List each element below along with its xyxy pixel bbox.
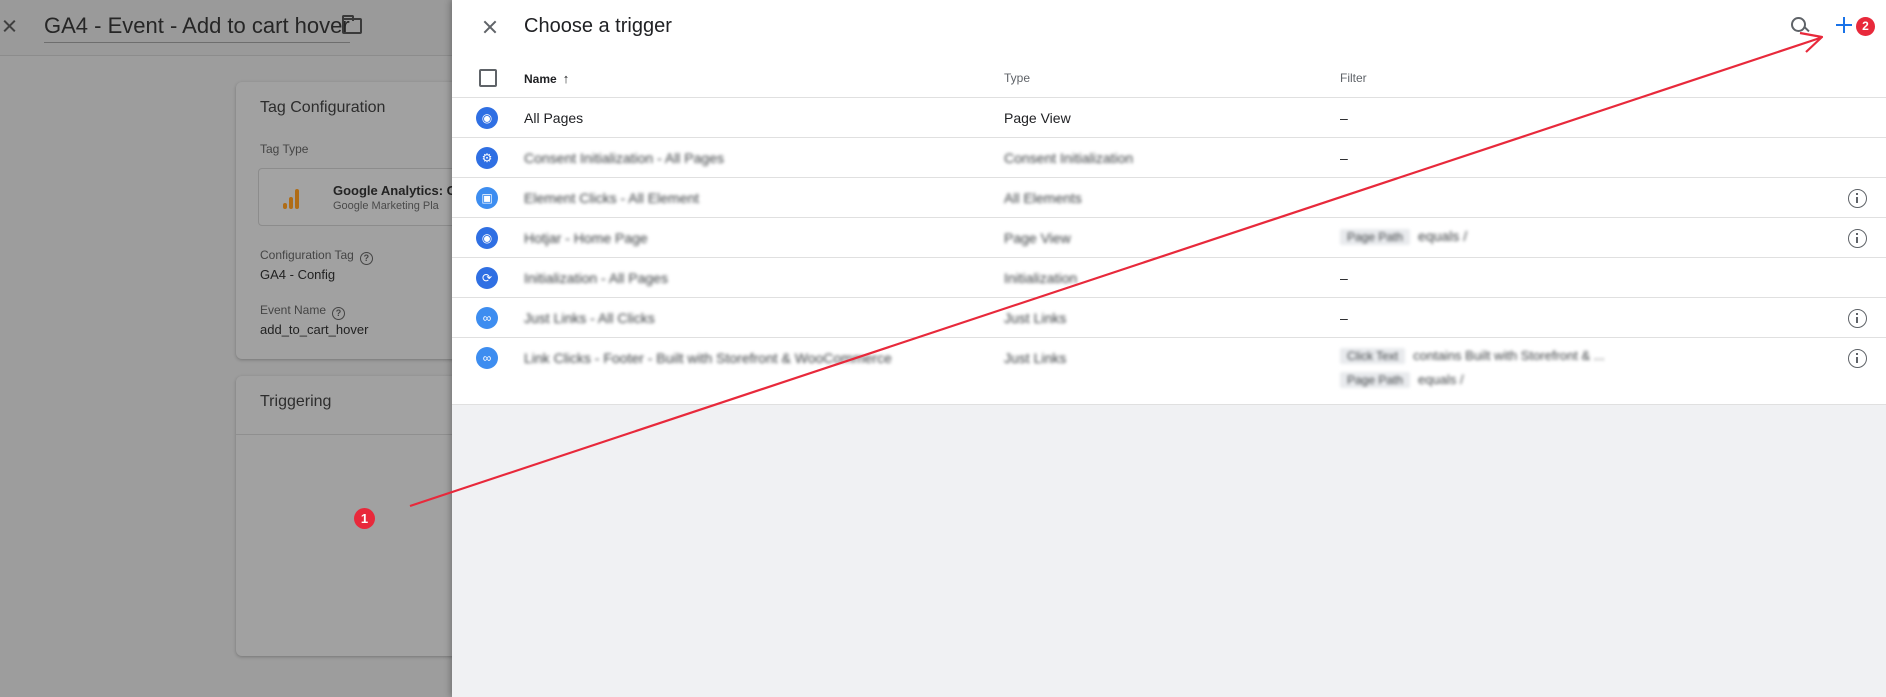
config-tag-label: Configuration Tag? <box>260 248 373 265</box>
trigger-name: Just Links - All Clicks <box>524 310 655 326</box>
config-tag-label-text: Configuration Tag <box>260 248 354 262</box>
search-icon[interactable] <box>1790 16 1810 36</box>
table-row[interactable]: ◉ Hotjar - Home Page Page View Page Path… <box>452 218 1886 258</box>
trigger-filter: – <box>1340 310 1348 326</box>
choose-trigger-panel: Choose a trigger Name ↑ Type Filter ◉ All… <box>452 0 1886 697</box>
info-icon[interactable] <box>1848 189 1867 208</box>
trigger-filter: – <box>1340 110 1348 126</box>
table-row[interactable]: ⚙ Consent Initialization - All Pages Con… <box>452 138 1886 178</box>
trigger-name: Consent Initialization - All Pages <box>524 150 724 166</box>
add-trigger-icon[interactable] <box>1834 15 1854 35</box>
trigger-type: Just Links <box>1004 310 1067 326</box>
trigger-type: Page View <box>1004 230 1071 246</box>
column-header-name[interactable]: Name ↑ <box>524 71 569 86</box>
link-icon: ∞ <box>476 347 498 369</box>
trigger-filter: Click Text contains Built with Storefront… <box>1340 348 1605 396</box>
filter-condition: equals / <box>1418 228 1468 244</box>
tag-type-label: Tag Type <box>260 142 309 156</box>
table-row[interactable]: ▣ Element Clicks - All Element All Eleme… <box>452 178 1886 218</box>
filter-chip: Page Path <box>1340 372 1411 388</box>
column-header-filter[interactable]: Filter <box>1340 71 1367 85</box>
config-tag-value: GA4 - Config <box>260 267 336 282</box>
tag-type-subtitle: Google Marketing Pla <box>333 200 439 212</box>
column-name-label: Name <box>524 72 557 86</box>
card-title: Tag Configuration <box>260 99 386 116</box>
tag-type-name: Google Analytics: G <box>333 183 457 198</box>
tag-configuration-card[interactable]: Tag Configuration Tag Type Google Analyt… <box>236 82 488 359</box>
trigger-name: Element Clicks - All Element <box>524 190 700 206</box>
annotation-badge-1: 1 <box>354 508 375 529</box>
eye-icon: ◉ <box>476 227 498 249</box>
table-row[interactable]: ◉ All Pages Page View – <box>452 98 1886 138</box>
trigger-filter: – <box>1340 150 1348 166</box>
eye-icon: ◉ <box>476 107 498 129</box>
trigger-type: Page View <box>1004 110 1071 126</box>
card-title: Triggering <box>260 393 332 410</box>
trigger-type: All Elements <box>1004 190 1082 206</box>
annotation-badge-2: 2 <box>1856 17 1875 36</box>
close-icon[interactable] <box>0 14 18 38</box>
select-all-checkbox[interactable] <box>479 69 497 87</box>
trigger-filter: – <box>1340 270 1348 286</box>
trigger-type: Consent Initialization <box>1004 150 1134 166</box>
event-name-label-text: Event Name <box>260 303 327 317</box>
column-header-type[interactable]: Type <box>1004 71 1030 85</box>
trigger-name: Link Clicks - Footer - Built with Storef… <box>524 350 892 366</box>
filter-condition: equals / <box>1418 372 1464 387</box>
trigger-name: Initialization - All Pages <box>524 270 668 286</box>
table-row[interactable]: ∞ Link Clicks - Footer - Built with Stor… <box>452 338 1886 405</box>
trigger-type: Initialization <box>1004 270 1078 286</box>
panel-title: Choose a trigger <box>524 15 672 37</box>
trigger-type: Just Links <box>1004 350 1067 366</box>
filter-chip: Click Text <box>1340 348 1406 364</box>
consent-icon: ⚙ <box>476 147 498 169</box>
sort-ascending-icon: ↑ <box>562 71 570 86</box>
init-icon: ⟳ <box>476 267 498 289</box>
panel-header: Choose a trigger <box>452 0 1886 54</box>
filter-line: Page Path equals / <box>1340 372 1605 388</box>
tag-name-title[interactable]: GA4 - Event - Add to cart hover <box>44 13 350 43</box>
filter-chip: Page Path <box>1340 229 1411 245</box>
table-row[interactable]: ⟳ Initialization - All Pages Initializat… <box>452 258 1886 298</box>
event-name-value: add_to_cart_hover <box>260 322 369 337</box>
trigger-filter: Page Path equals / <box>1340 228 1467 245</box>
table-header: Name ↑ Type Filter <box>452 54 1886 98</box>
folder-icon[interactable] <box>342 15 362 34</box>
help-icon[interactable]: ? <box>332 307 346 320</box>
analytics-icon <box>283 189 301 209</box>
trigger-name: All Pages <box>524 110 584 126</box>
close-icon[interactable] <box>478 15 502 39</box>
info-icon[interactable] <box>1848 349 1867 368</box>
filter-line: Click Text contains Built with Storefront… <box>1340 348 1605 364</box>
trigger-name: Hotjar - Home Page <box>524 230 648 246</box>
link-icon: ∞ <box>476 307 498 329</box>
click-icon: ▣ <box>476 187 498 209</box>
event-name-label: Event Name? <box>260 303 346 320</box>
trigger-table: Name ↑ Type Filter ◉ All Pages Page View … <box>452 54 1886 405</box>
info-icon[interactable] <box>1848 229 1867 248</box>
filter-condition: contains Built with Storefront & ... <box>1413 348 1605 363</box>
help-icon[interactable]: ? <box>359 252 373 265</box>
divider <box>236 434 476 435</box>
table-row[interactable]: ∞ Just Links - All Clicks Just Links – <box>452 298 1886 338</box>
info-icon[interactable] <box>1848 309 1867 328</box>
